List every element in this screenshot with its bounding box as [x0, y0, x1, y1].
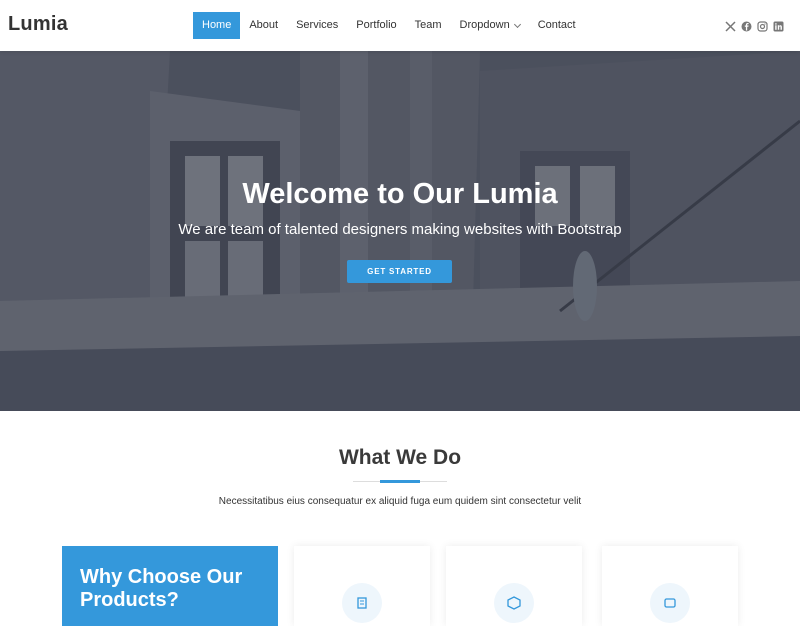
- logo[interactable]: Lumia: [8, 13, 68, 36]
- nav-dropdown[interactable]: Dropdown: [451, 12, 529, 39]
- why-choose-title: Why Choose Our Products?: [80, 566, 243, 611]
- nav-about[interactable]: About: [240, 12, 287, 39]
- nav-services[interactable]: Services: [287, 12, 347, 39]
- nav-team[interactable]: Team: [406, 12, 451, 39]
- nav-contact[interactable]: Contact: [529, 12, 585, 39]
- title-accent-bar: [380, 480, 420, 483]
- main-nav: Home About Services Portfolio Team Dropd…: [193, 12, 585, 39]
- hero-subtitle: We are team of talented designers making…: [178, 221, 622, 238]
- nav-services-label: Services: [296, 19, 339, 31]
- chevron-down-icon: [513, 20, 521, 28]
- section-title: What We Do: [338, 446, 462, 469]
- cube-icon: [494, 583, 534, 623]
- nav-home[interactable]: Home: [193, 12, 241, 39]
- section-description: Necessitatibus eius consequatur ex aliqu…: [218, 496, 582, 507]
- nav-portfolio[interactable]: Portfolio: [347, 12, 405, 39]
- images-icon: [650, 583, 690, 623]
- nav-contact-label: Contact: [537, 19, 576, 31]
- receipt-icon: [342, 583, 382, 623]
- why-choose-box: Why Choose Our Products?: [62, 546, 278, 626]
- social-links: [725, 19, 784, 32]
- get-started-button[interactable]: GET STARTED: [347, 260, 452, 283]
- linkedin-icon[interactable]: [773, 19, 784, 32]
- facebook-icon[interactable]: [741, 19, 752, 32]
- instagram-icon[interactable]: [757, 19, 768, 32]
- service-card[interactable]: [602, 546, 738, 626]
- nav-portfolio-label: Portfolio: [356, 19, 397, 31]
- nav-team-label: Team: [414, 19, 442, 31]
- x-icon[interactable]: [725, 19, 736, 32]
- hero-title: Welcome to Our Lumia: [242, 178, 558, 210]
- service-card[interactable]: [294, 546, 430, 626]
- service-card[interactable]: [446, 546, 582, 626]
- hero-section: Welcome to Our Lumia We are team of tale…: [0, 51, 800, 411]
- nav-home-label: Home: [202, 19, 232, 31]
- site-header: Lumia Home About Services Portfolio Team…: [0, 0, 800, 51]
- nav-dropdown-label: Dropdown: [459, 19, 510, 31]
- nav-about-label: About: [249, 19, 279, 31]
